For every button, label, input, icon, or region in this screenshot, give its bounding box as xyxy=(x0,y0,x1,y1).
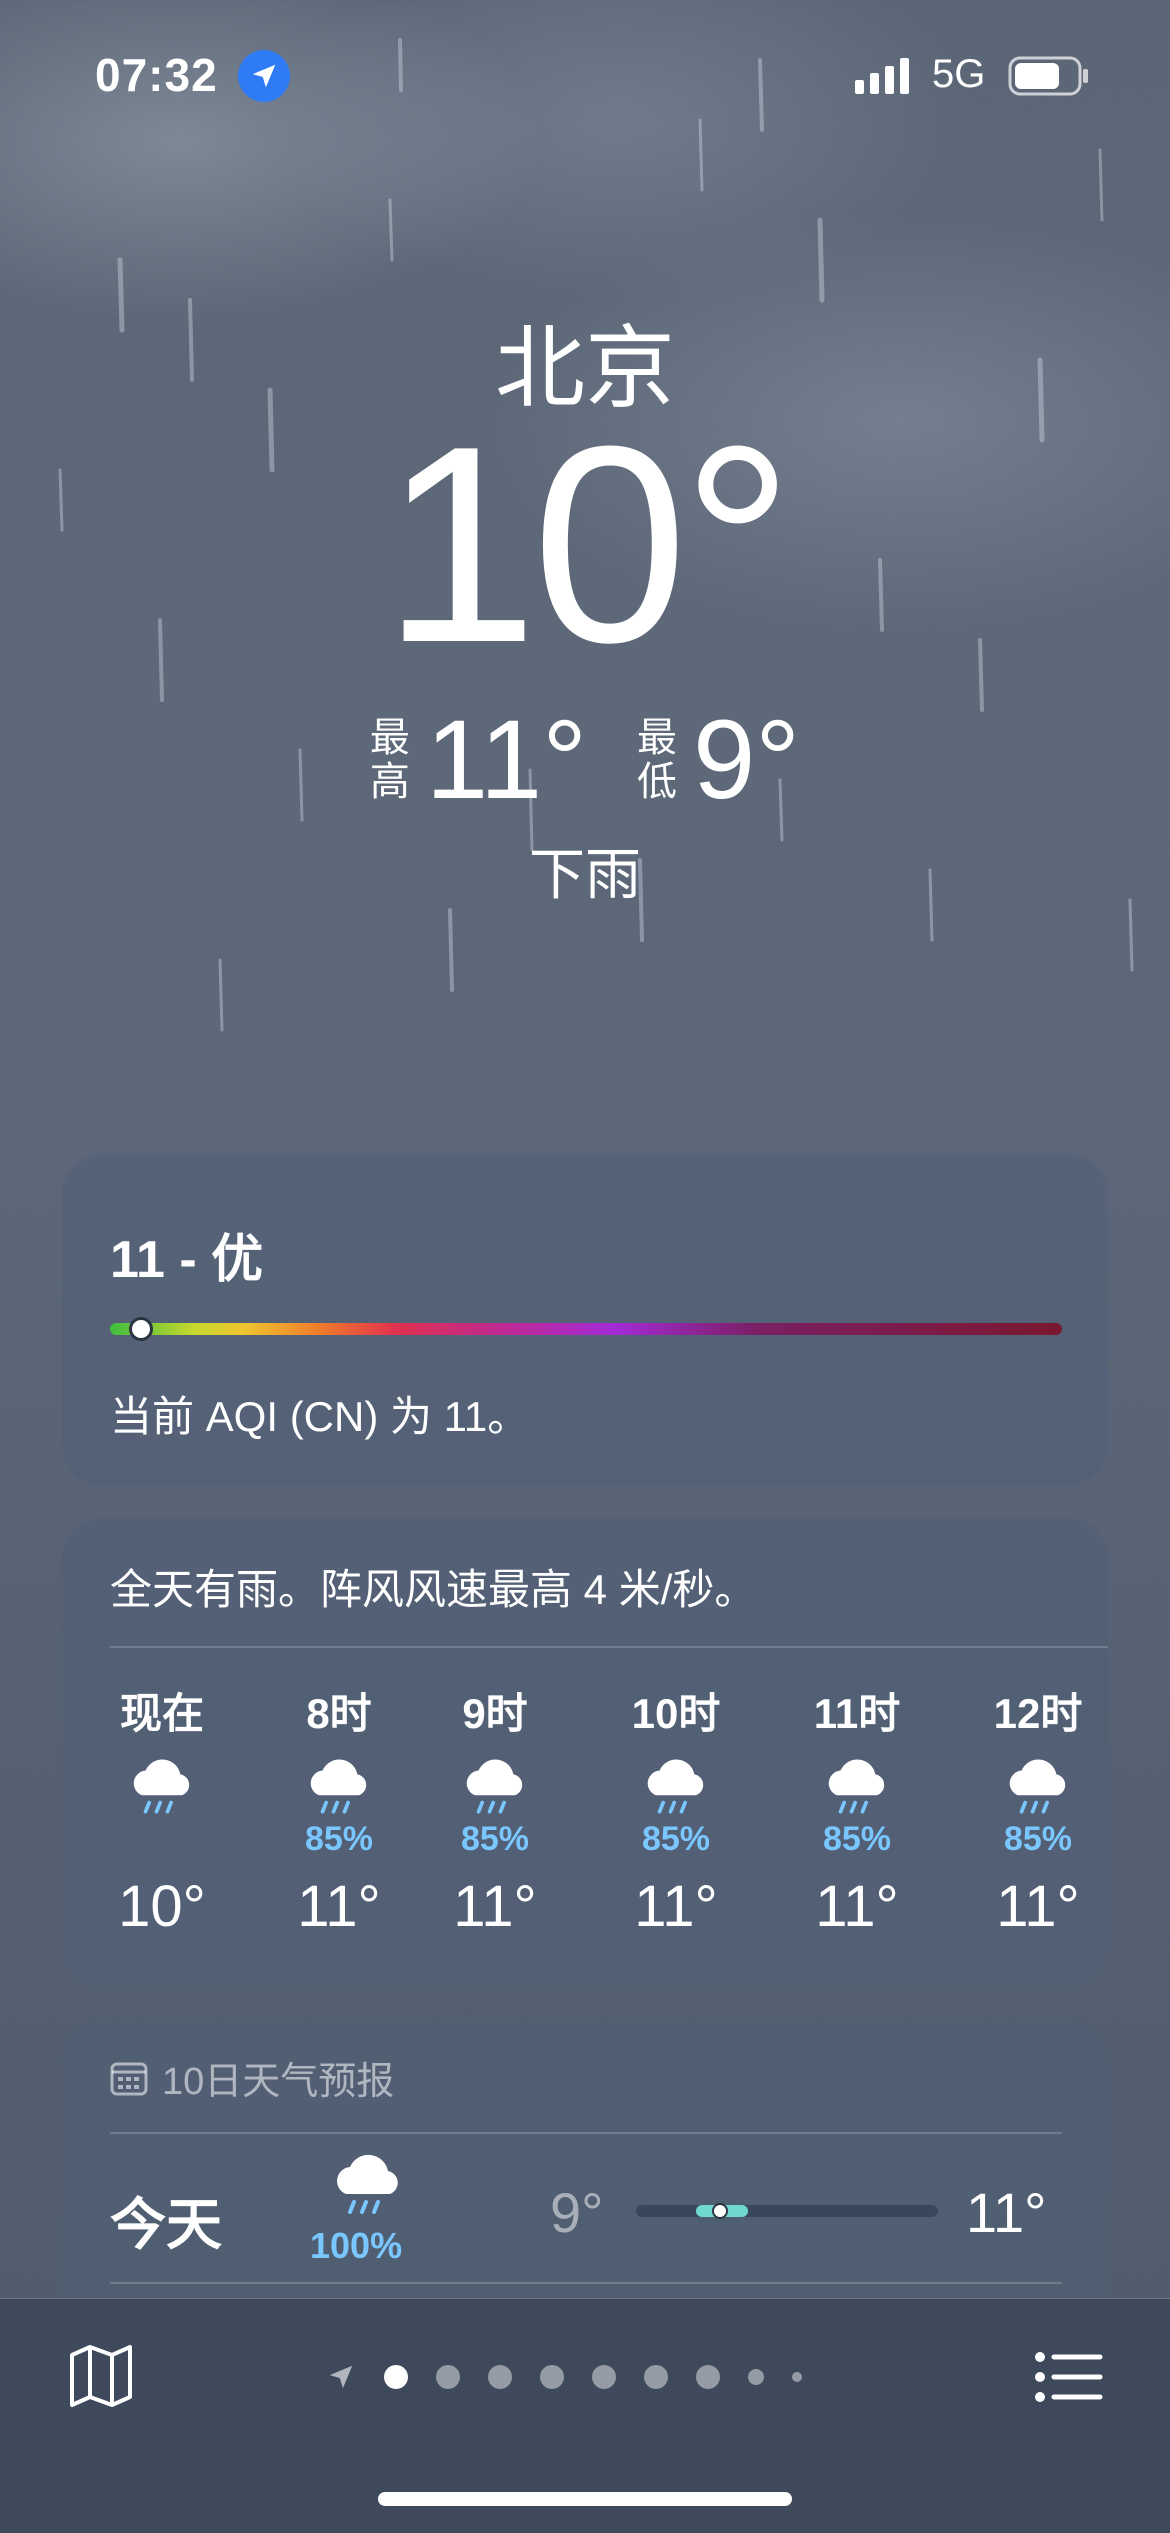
hour-precip-probability xyxy=(72,1819,252,1859)
home-indicator xyxy=(378,2492,792,2506)
calendar-icon xyxy=(110,2062,148,2095)
page-dot[interactable] xyxy=(592,2365,616,2389)
page-dot[interactable] xyxy=(792,2372,802,2382)
hourly-item: 12时 85% 11° xyxy=(948,1680,1128,1940)
status-time: 07:32 xyxy=(95,49,218,101)
temperature-range-bar xyxy=(636,2205,938,2217)
hourly-item: 现在 10° xyxy=(72,1680,252,1940)
page-dot[interactable] xyxy=(696,2365,720,2389)
daily-high-temp: 11° xyxy=(966,2181,1047,2244)
hour-temperature: 11° xyxy=(634,1874,718,1939)
divider xyxy=(110,1646,1108,1648)
rain-cloud-icon xyxy=(133,1759,190,1814)
daily-forecast-header: 10日天气预报 xyxy=(110,2050,394,2105)
page-dot[interactable] xyxy=(540,2365,564,2389)
hour-temperature: 11° xyxy=(297,1874,381,1939)
high-low: 最高 11° 最低 9° xyxy=(0,695,1170,824)
hour-label: 12时 xyxy=(993,1690,1083,1737)
rain-cloud-icon xyxy=(337,2154,398,2214)
battery-icon xyxy=(1008,56,1088,96)
high-temperature-group: 最高 11° xyxy=(370,695,587,824)
rain-cloud-icon xyxy=(310,1759,367,1814)
hour-precip-probability: 85% xyxy=(304,1820,374,1858)
hour-temperature: 11° xyxy=(453,1874,537,1939)
hour-label: 现在 xyxy=(119,1690,204,1737)
map-icon[interactable] xyxy=(66,2341,136,2411)
hourly-item: 11时 85% 11° xyxy=(767,1680,947,1940)
divider xyxy=(110,2282,1062,2284)
weather-condition: 下雨 xyxy=(529,843,641,906)
network-type: 5G xyxy=(932,52,986,96)
current-temp-dot xyxy=(712,2203,728,2219)
hourly-forecast-card[interactable]: 全天有雨。阵风风速最高 4 米/秒。 现在 10° 8时 85% 11° 9时 85% 11°… xyxy=(62,1518,1108,1988)
hourly-summary: 全天有雨。阵风风速最高 4 米/秒。 xyxy=(110,1566,757,1613)
list-icon[interactable] xyxy=(1034,2347,1104,2407)
high-temperature: 11° xyxy=(425,697,587,822)
hour-precip-probability: 85% xyxy=(822,1820,892,1858)
aqi-indicator-dot xyxy=(129,1317,154,1341)
hourly-item: 8时 85% 11° xyxy=(249,1680,429,1940)
rain-cloud-icon xyxy=(828,1759,885,1814)
low-temperature: 9° xyxy=(692,697,801,822)
aqi-value: 11 - 优 xyxy=(110,1231,264,1289)
high-label: 最高 xyxy=(369,715,410,804)
hourly-item: 9时 85% 11° xyxy=(405,1680,585,1940)
hourly-item: 10时 85% 11° xyxy=(586,1680,766,1940)
hour-precip-probability: 85% xyxy=(460,1820,530,1858)
aqi-description: 当前 AQI (CN) 为 11。 xyxy=(110,1393,530,1440)
location-arrow-icon xyxy=(238,50,290,102)
rain-cloud-icon xyxy=(466,1759,523,1814)
daily-day-label: 今天 xyxy=(110,2193,222,2256)
current-temperature: 10° xyxy=(382,389,793,701)
page-dot[interactable] xyxy=(644,2365,668,2389)
hour-temperature: 11° xyxy=(996,1874,1080,1939)
low-temperature-group: 最低 9° xyxy=(637,695,800,824)
rain-cloud-icon xyxy=(647,1759,704,1814)
rain-cloud-icon xyxy=(1009,1759,1066,1814)
low-label: 最低 xyxy=(636,715,677,804)
daily-low-temp: 9° xyxy=(550,2181,604,2244)
hour-label: 11时 xyxy=(813,1690,901,1737)
hour-label: 8时 xyxy=(306,1690,372,1737)
hourly-row[interactable]: 现在 10° 8时 85% 11° 9时 85% 11° 10时 85% 11° 11时 85% 11° 1… xyxy=(62,1680,1108,1970)
hour-precip-probability: 85% xyxy=(1003,1820,1073,1858)
aqi-scale-bar xyxy=(110,1323,1062,1335)
page-dot[interactable] xyxy=(384,2365,408,2389)
location-arrow-icon xyxy=(329,2365,353,2389)
page-dot[interactable] xyxy=(436,2365,460,2389)
air-quality-card[interactable]: 11 - 优 当前 AQI (CN) 为 11。 xyxy=(62,1155,1108,1485)
daily-forecast-title: 10日天气预报 xyxy=(162,2061,395,2103)
page-dot[interactable] xyxy=(748,2369,764,2385)
hour-label: 9时 xyxy=(462,1690,528,1737)
page-indicator[interactable] xyxy=(326,2357,802,2397)
hour-label: 10时 xyxy=(631,1690,721,1737)
hour-temperature: 11° xyxy=(815,1874,899,1939)
daily-precip-probability: 100% xyxy=(310,2225,403,2266)
page-dot[interactable] xyxy=(488,2365,512,2389)
hour-precip-probability: 85% xyxy=(641,1820,711,1858)
divider xyxy=(110,2132,1062,2134)
hour-temperature: 10° xyxy=(118,1874,206,1939)
cellular-signal-icon xyxy=(855,58,909,94)
